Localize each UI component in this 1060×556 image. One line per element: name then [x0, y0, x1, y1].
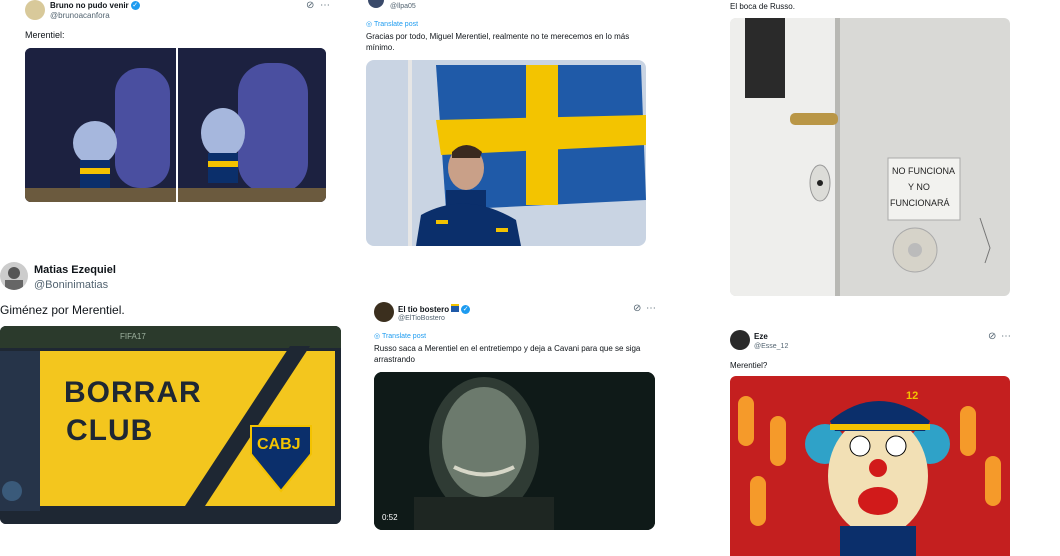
more-icon[interactable]: ⋯: [320, 0, 330, 11]
author-handle[interactable]: @brunoacanfora: [50, 11, 110, 20]
post-image-left[interactable]: [25, 48, 176, 202]
door-photo: NO FUNCIONA Y NO FUNCIONARÁ: [730, 18, 1010, 296]
video-duration: 0:52: [382, 513, 398, 522]
translate-link[interactable]: ◎ Translate post: [374, 332, 426, 340]
author-handle[interactable]: @ElTioBostero: [398, 315, 445, 322]
avatar[interactable]: [374, 302, 394, 322]
author-handle[interactable]: @Esse_12: [754, 343, 788, 350]
sign-line: FUNCIONARÁ: [890, 198, 950, 208]
cartoon-illustration: [178, 48, 326, 202]
post-image[interactable]: [366, 60, 646, 246]
avatar[interactable]: [730, 330, 750, 350]
author-name[interactable]: Eze: [754, 332, 768, 341]
post-text: Russo saca a Merentiel en el entretiempo…: [374, 344, 641, 364]
post-image-right[interactable]: [178, 48, 326, 202]
verified-icon: ✓: [461, 305, 471, 315]
grok-icon[interactable]: ⊘: [306, 0, 314, 11]
krusty-illustration: [730, 376, 1010, 556]
verified-icon: ✓: [130, 1, 140, 11]
grok-icon[interactable]: ⊘: [988, 331, 996, 342]
post-card[interactable]: El boca de Russo. NO FUNCIONA Y NO FUNCI…: [722, 0, 1022, 300]
video-player[interactable]: 0:52: [374, 372, 655, 530]
flag-photo: [366, 60, 646, 246]
more-icon[interactable]: ⋯: [1001, 331, 1011, 342]
club-badge-label: CABJ: [257, 436, 301, 453]
image-caption: CLUB: [66, 414, 154, 447]
globe-icon: ◎: [374, 333, 381, 340]
cap-number: 12: [906, 390, 919, 402]
post-image[interactable]: BORRAR CLUB CABJ FIFA17: [0, 326, 341, 524]
post-card[interactable]: Bruno no pudo venir ✓ @brunoacanfora ⊘ ⋯ …: [0, 0, 330, 255]
post-text: Merentiel:: [25, 30, 65, 40]
translate-label: Translate post: [381, 333, 427, 340]
avatar[interactable]: [25, 0, 45, 20]
avatar[interactable]: [368, 0, 384, 8]
video-frame: [374, 372, 655, 530]
post-card[interactable]: Eze @Esse_12 ⊘ ⋯ Merentiel? 12: [722, 326, 1022, 556]
grok-icon[interactable]: ⊘: [633, 303, 641, 314]
author-row: Bruno no pudo venir ✓: [50, 1, 140, 11]
author-row: El tio bostero ✓: [398, 304, 471, 315]
author-name[interactable]: El tio bostero: [398, 305, 449, 314]
flag-icon: [451, 304, 460, 312]
globe-icon: ◎: [366, 21, 373, 28]
cartoon-illustration: [25, 48, 176, 202]
translate-label: Translate post: [373, 21, 419, 28]
fifa-screen: [0, 326, 341, 524]
sign-line: Y NO: [908, 182, 930, 192]
post-image[interactable]: NO FUNCIONA Y NO FUNCIONARÁ: [730, 18, 1010, 296]
post-text: Merentiel?: [730, 361, 768, 370]
post-text: Giménez por Merentiel.: [0, 303, 125, 317]
post-image[interactable]: 12: [730, 376, 1010, 556]
game-label: FIFA17: [120, 332, 146, 341]
author-handle[interactable]: @llpa05: [390, 3, 416, 10]
post-card[interactable]: @llpa05 ◎ Translate post Gracias por tod…: [358, 0, 653, 250]
author-name[interactable]: Matias Ezequiel: [34, 264, 116, 276]
post-card[interactable]: El tio bostero ✓ @ElTioBostero ⊘ ⋯ ◎ Tran…: [368, 298, 660, 556]
author-name[interactable]: Bruno no pudo venir: [50, 1, 129, 10]
translate-link[interactable]: ◎ Translate post: [366, 20, 418, 28]
sign-line: NO FUNCIONA: [892, 166, 955, 176]
post-card[interactable]: Matias Ezequiel @Boninimatias Giménez po…: [0, 258, 345, 556]
author-handle[interactable]: @Boninimatias: [34, 279, 108, 291]
post-text: Gracias por todo, Miguel Merentiel, real…: [366, 32, 630, 52]
post-text: El boca de Russo.: [730, 2, 795, 11]
more-icon[interactable]: ⋯: [646, 303, 656, 314]
avatar-image: [5, 267, 23, 290]
image-caption: BORRAR: [64, 376, 202, 409]
avatar[interactable]: [0, 262, 28, 290]
